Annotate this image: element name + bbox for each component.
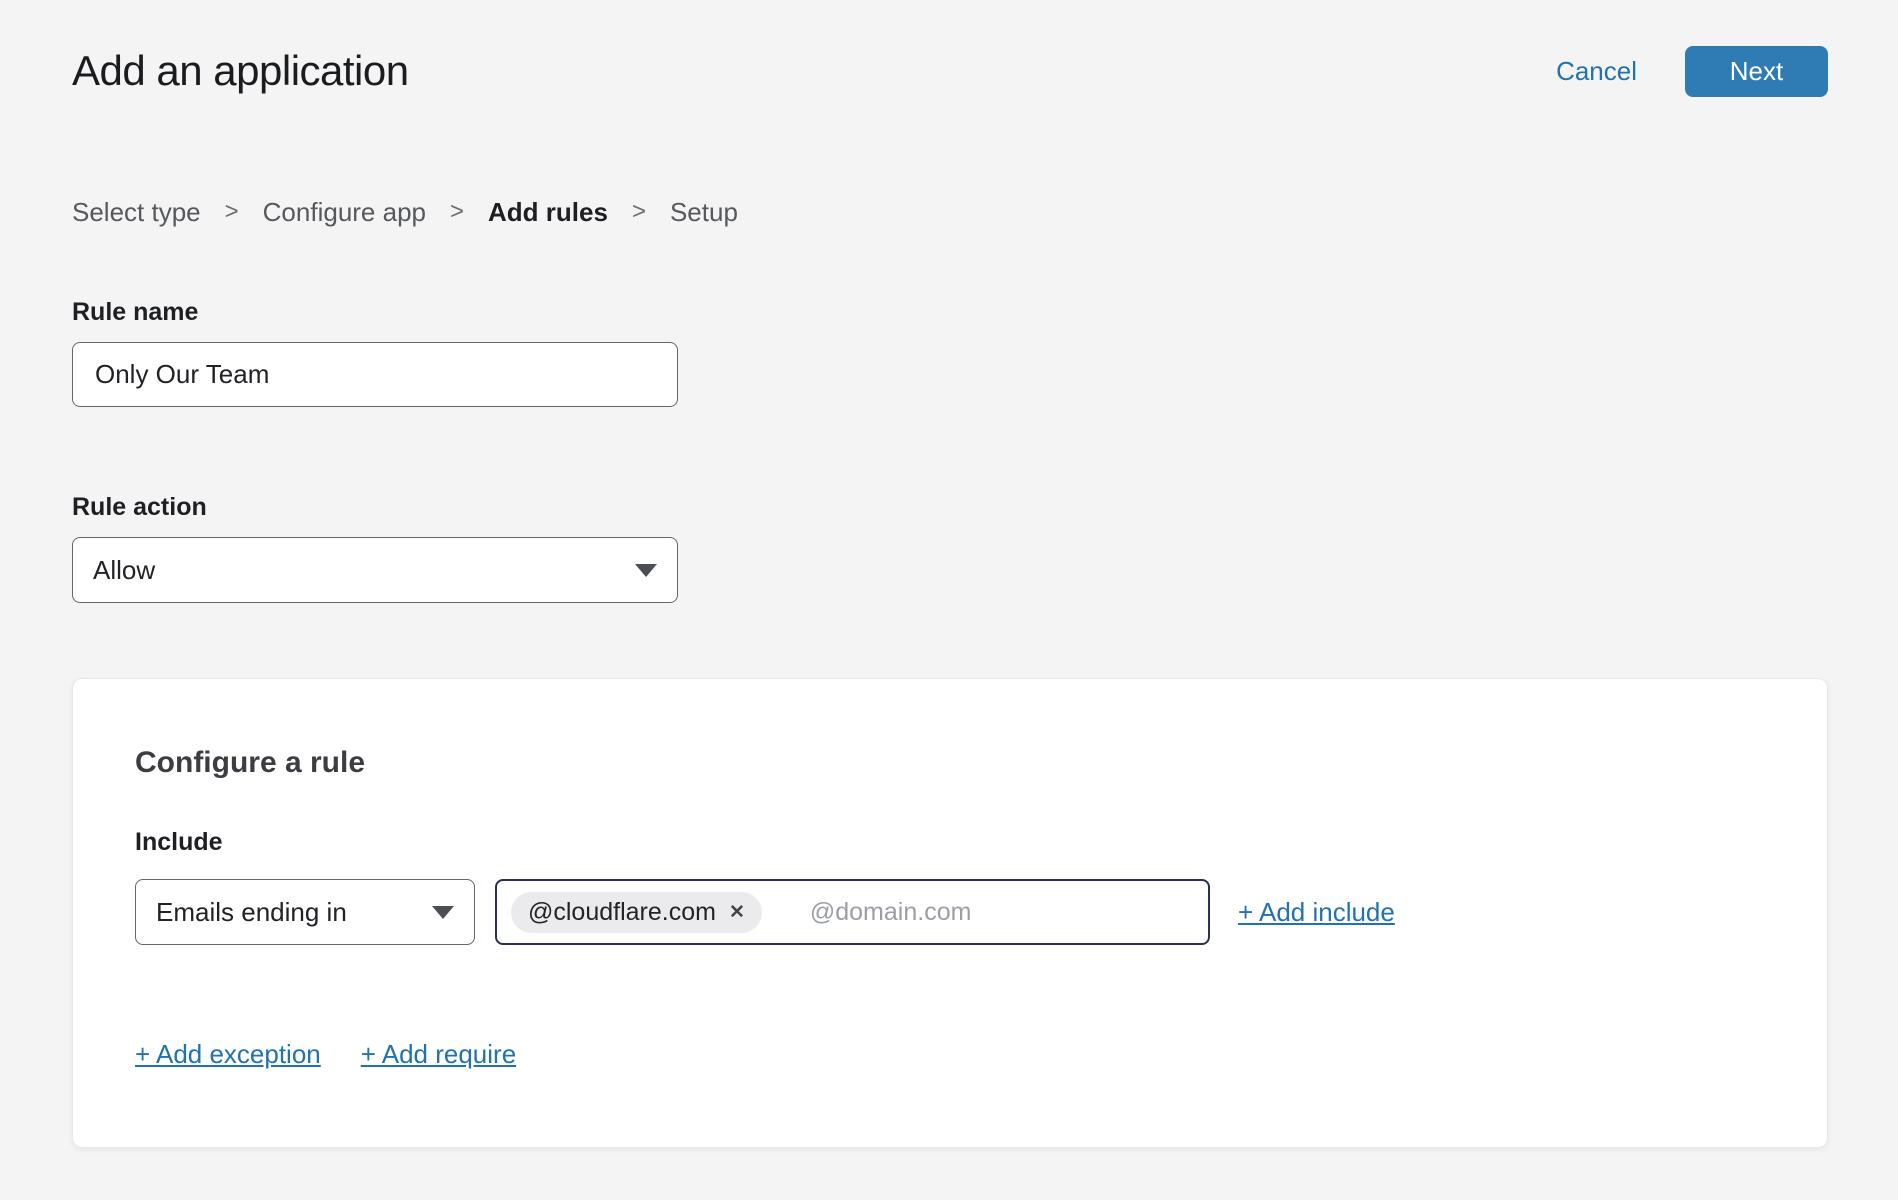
rule-name-input[interactable] bbox=[72, 342, 678, 407]
rule-name-label: Rule name bbox=[72, 297, 1828, 327]
cancel-button[interactable]: Cancel bbox=[1556, 56, 1637, 87]
rule-action-select[interactable]: Allow bbox=[72, 537, 678, 603]
include-label: Include bbox=[135, 827, 1765, 857]
add-require-link[interactable]: + Add require bbox=[361, 1039, 516, 1069]
breadcrumb-configure-app[interactable]: Configure app bbox=[263, 197, 426, 227]
rule-action-selected-value: Allow bbox=[93, 555, 155, 586]
include-selector-select[interactable]: Emails ending in bbox=[135, 879, 475, 945]
email-domain-chip: @cloudflare.com ✕ bbox=[511, 892, 762, 933]
add-exception-link[interactable]: + Add exception bbox=[135, 1039, 321, 1069]
rule-extra-links: + Add exception + Add require bbox=[135, 1039, 1765, 1069]
breadcrumb-separator-icon: > bbox=[225, 197, 239, 227]
breadcrumb-separator-icon: > bbox=[450, 197, 464, 227]
configure-rule-card: Configure a rule Include Emails ending i… bbox=[72, 678, 1828, 1148]
chevron-down-icon bbox=[432, 906, 454, 919]
breadcrumb-add-rules[interactable]: Add rules bbox=[488, 197, 608, 227]
email-domain-chip-label: @cloudflare.com bbox=[528, 898, 716, 927]
page-header: Add an application Cancel Next bbox=[72, 0, 1828, 97]
email-domain-tag-input[interactable]: @cloudflare.com ✕ bbox=[495, 879, 1210, 945]
header-actions: Cancel Next bbox=[1556, 46, 1828, 97]
email-domain-input[interactable] bbox=[808, 897, 1194, 928]
include-selector-value: Emails ending in bbox=[156, 897, 347, 928]
add-application-page: Add an application Cancel Next Select ty… bbox=[0, 0, 1898, 1148]
include-rule-row: Emails ending in @cloudflare.com ✕ + Add… bbox=[135, 879, 1765, 945]
rule-action-label: Rule action bbox=[72, 492, 1828, 522]
next-button[interactable]: Next bbox=[1685, 46, 1828, 97]
chevron-down-icon bbox=[635, 564, 657, 577]
remove-chip-icon[interactable]: ✕ bbox=[729, 903, 745, 922]
breadcrumb-setup[interactable]: Setup bbox=[670, 197, 738, 227]
configure-rule-title: Configure a rule bbox=[135, 745, 1765, 781]
breadcrumb-select-type[interactable]: Select type bbox=[72, 197, 201, 227]
page-title: Add an application bbox=[72, 45, 409, 97]
add-include-link[interactable]: + Add include bbox=[1238, 897, 1395, 928]
breadcrumb: Select type > Configure app > Add rules … bbox=[72, 197, 1828, 227]
breadcrumb-separator-icon: > bbox=[632, 197, 646, 227]
